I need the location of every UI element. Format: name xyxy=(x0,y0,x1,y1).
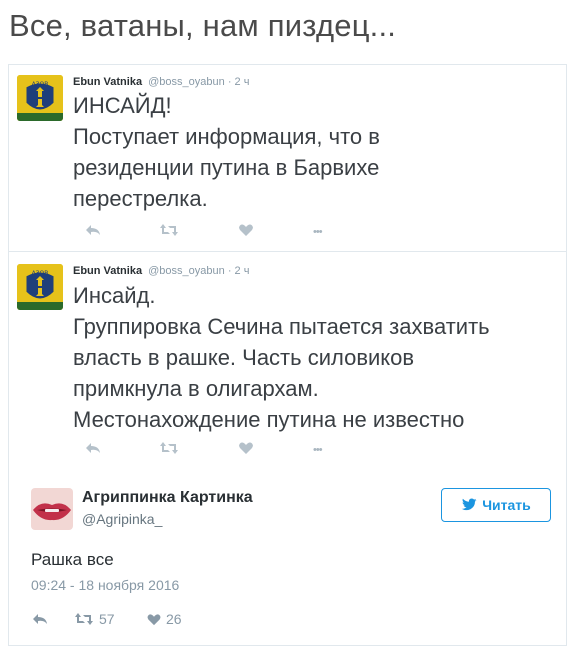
twitter-bird-icon xyxy=(461,498,477,511)
tweet: АЗОВ Ebun Vatnika @boss_oyabun · 2 ч Инс… xyxy=(9,252,566,471)
tweet: АЗОВ Ebun Vatnika @boss_oyabun · 2 ч ИНС… xyxy=(9,65,566,252)
reply-icon[interactable] xyxy=(85,440,101,460)
embedded-tweet: Агриппинка Картинка @Agripinka_ Читать Р… xyxy=(8,471,567,646)
retweet-icon[interactable] xyxy=(159,222,179,242)
embed-author-name[interactable]: Агриппинка Картинка xyxy=(82,489,253,507)
embed-timestamp[interactable]: 09:24 - 18 ноября 2016 xyxy=(31,577,179,593)
avatar[interactable]: АЗОВ xyxy=(17,264,63,310)
tweet-meta: Ebun Vatnika @boss_oyabun · 2 ч xyxy=(73,265,249,277)
tweet-text-line: ИНСАЙД! xyxy=(73,93,172,118)
author-handle[interactable]: @boss_oyabun xyxy=(148,265,225,277)
tweet-text-line: примкнула в олигархам. xyxy=(73,376,319,401)
tweet-text-line: Инсайд. xyxy=(73,283,156,308)
avatar[interactable] xyxy=(31,488,73,530)
tweet-meta: Ebun Vatnika @boss_oyabun · 2 ч xyxy=(73,76,249,88)
heart-icon[interactable] xyxy=(238,440,254,460)
author-name[interactable]: Ebun Vatnika xyxy=(73,265,142,277)
tweet-actions: ••• xyxy=(73,440,333,460)
tweet-text-line: Местонахождение путина не известно xyxy=(73,407,465,432)
embed-author-handle[interactable]: @Agripinka_ xyxy=(82,511,162,527)
embed-actions: 57 26 xyxy=(31,610,231,628)
tweet-text-line: Поступает информация, что в xyxy=(73,124,380,149)
avatar[interactable]: АЗОВ xyxy=(17,75,63,121)
retweet-icon[interactable] xyxy=(159,440,179,460)
follow-button-label: Читать xyxy=(482,497,531,513)
tweet-text-line: перестрелка. xyxy=(73,186,208,211)
tweet-actions: ••• xyxy=(73,222,333,242)
more-icon[interactable]: ••• xyxy=(313,440,323,460)
embed-retweet-button[interactable]: 57 xyxy=(73,610,115,628)
tweet-time[interactable]: · 2 ч xyxy=(228,76,250,88)
screenshot-tweets-card: АЗОВ Ebun Vatnika @boss_oyabun · 2 ч ИНС… xyxy=(8,64,567,472)
like-count: 26 xyxy=(166,611,182,627)
heart-icon[interactable] xyxy=(238,222,254,242)
embed-like-button[interactable]: 26 xyxy=(146,610,182,628)
page-title: Все, ватаны, нам пиздец... xyxy=(9,8,397,43)
retweet-count: 57 xyxy=(99,611,115,627)
tweet-time[interactable]: · 2 ч xyxy=(228,265,250,277)
author-handle[interactable]: @boss_oyabun xyxy=(148,76,225,88)
avatar-badge-text: АЗОВ xyxy=(32,270,49,277)
tweet-text-line: власть в рашке. Часть силовиков xyxy=(73,345,415,370)
avatar-badge-text: АЗОВ xyxy=(32,81,49,88)
tweet-text-line: Группировка Сечина пытается захватить xyxy=(73,314,490,339)
reply-icon xyxy=(33,614,47,624)
follow-button[interactable]: Читать xyxy=(441,488,551,522)
more-icon[interactable]: ••• xyxy=(313,222,323,242)
tweet-text: Инсайд. Группировка Сечина пытается захв… xyxy=(73,280,556,435)
retweet-icon xyxy=(75,613,93,625)
reply-icon[interactable] xyxy=(85,222,101,242)
tweet-text-line: резиденции путина в Барвихе xyxy=(73,155,380,180)
author-name[interactable]: Ebun Vatnika xyxy=(73,76,142,88)
embed-reply-button[interactable] xyxy=(31,610,49,628)
heart-icon xyxy=(147,613,161,625)
tweet-text: ИНСАЙД! Поступает информация, что в рези… xyxy=(73,90,556,214)
embed-tweet-text: Рашка все xyxy=(31,550,114,569)
